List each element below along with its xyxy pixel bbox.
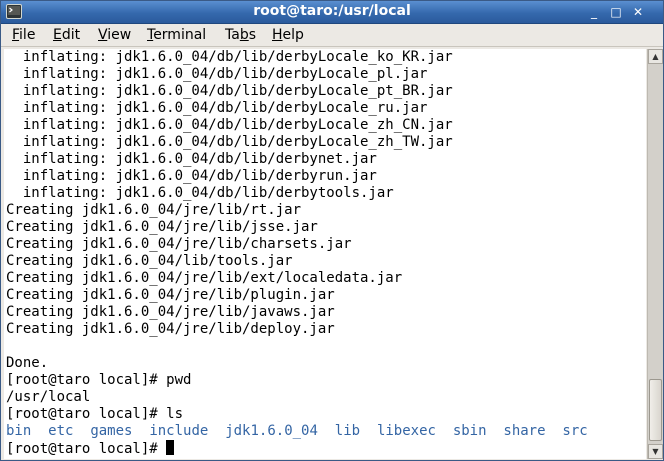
text-cursor [166, 440, 175, 455]
output-line: Creating jdk1.6.0_04/jre/lib/plugin.jar [6, 287, 335, 303]
scroll-thumb[interactable] [649, 379, 662, 441]
menu-tabs[interactable]: Tabs [225, 27, 256, 43]
output-line: Creating jdk1.6.0_04/jre/lib/javaws.jar [6, 304, 335, 320]
output-line: Done. [6, 355, 49, 371]
directory-entry: bin [6, 423, 32, 439]
output-line: inflating: jdk1.6.0_04/db/lib/derbyrun.j… [6, 168, 377, 184]
menu-terminal[interactable]: Terminal [147, 27, 206, 43]
command-line: [root@taro local]# ls [6, 406, 184, 422]
minimize-button[interactable]: _ [585, 4, 603, 20]
output-line: Creating jdk1.6.0_04/jre/lib/charsets.ja… [6, 236, 352, 252]
window-title: root@taro:/usr/local [253, 3, 411, 19]
close-button[interactable]: ✕ [629, 4, 647, 20]
directory-entry: share [503, 423, 546, 439]
output-line: inflating: jdk1.6.0_04/db/lib/derbyLocal… [6, 134, 453, 150]
title-bar[interactable]: root@taro:/usr/local _ □ ✕ [1, 1, 663, 24]
output-line: Creating jdk1.6.0_04/jre/lib/jsse.jar [6, 219, 318, 235]
output-line: inflating: jdk1.6.0_04/db/lib/derbyLocal… [6, 100, 428, 116]
maximize-button[interactable]: □ [607, 4, 625, 20]
output-line: inflating: jdk1.6.0_04/db/lib/derbynet.j… [6, 151, 377, 167]
ls-output-line: bin etc games include jdk1.6.0_04 lib li… [6, 423, 588, 440]
menu-view[interactable]: View [98, 27, 131, 43]
directory-entry: sbin [452, 423, 487, 439]
directory-entry: jdk1.6.0_04 [225, 423, 318, 439]
output-line: inflating: jdk1.6.0_04/db/lib/derbyLocal… [6, 49, 453, 65]
output-line: Creating jdk1.6.0_04/jre/lib/ext/localed… [6, 270, 403, 286]
menu-file[interactable]: File [12, 27, 35, 43]
directory-entry: games [90, 423, 133, 439]
directory-entry: src [562, 423, 588, 439]
output-line: inflating: jdk1.6.0_04/db/lib/derbyLocal… [6, 83, 453, 99]
output-line: Creating jdk1.6.0_04/jre/lib/deploy.jar [6, 321, 335, 337]
directory-entry: lib [334, 423, 361, 439]
vertical-scrollbar[interactable]: ▲ ▼ [647, 49, 663, 459]
scroll-down-icon[interactable]: ▼ [648, 444, 663, 459]
shell-prompt: [root@taro local]# [6, 441, 167, 457]
menu-bar: File Edit View Terminal Tabs Help [1, 24, 663, 47]
prompt-line[interactable]: [root@taro local]# [6, 440, 175, 457]
output-line: inflating: jdk1.6.0_04/db/lib/derbyLocal… [6, 117, 453, 133]
menu-help[interactable]: Help [272, 27, 304, 43]
directory-entry: include [149, 423, 209, 439]
directory-entry: etc [48, 423, 74, 439]
output-line: /usr/local [6, 389, 91, 405]
terminal-output[interactable]: inflating: jdk1.6.0_04/db/lib/derbyLocal… [4, 49, 646, 459]
menu-edit[interactable]: Edit [53, 27, 80, 43]
output-line: inflating: jdk1.6.0_04/db/lib/derbytools… [6, 185, 394, 201]
output-line: inflating: jdk1.6.0_04/db/lib/derbyLocal… [6, 66, 428, 82]
output-line: Creating jdk1.6.0_04/jre/lib/rt.jar [6, 202, 302, 218]
command-line: [root@taro local]# pwd [6, 372, 192, 388]
output-line: Creating jdk1.6.0_04/lib/tools.jar [6, 253, 293, 269]
scroll-up-icon[interactable]: ▲ [648, 49, 663, 64]
terminal-window: root@taro:/usr/local _ □ ✕ File Edit Vie… [0, 0, 664, 461]
directory-entry: libexec [376, 423, 436, 439]
